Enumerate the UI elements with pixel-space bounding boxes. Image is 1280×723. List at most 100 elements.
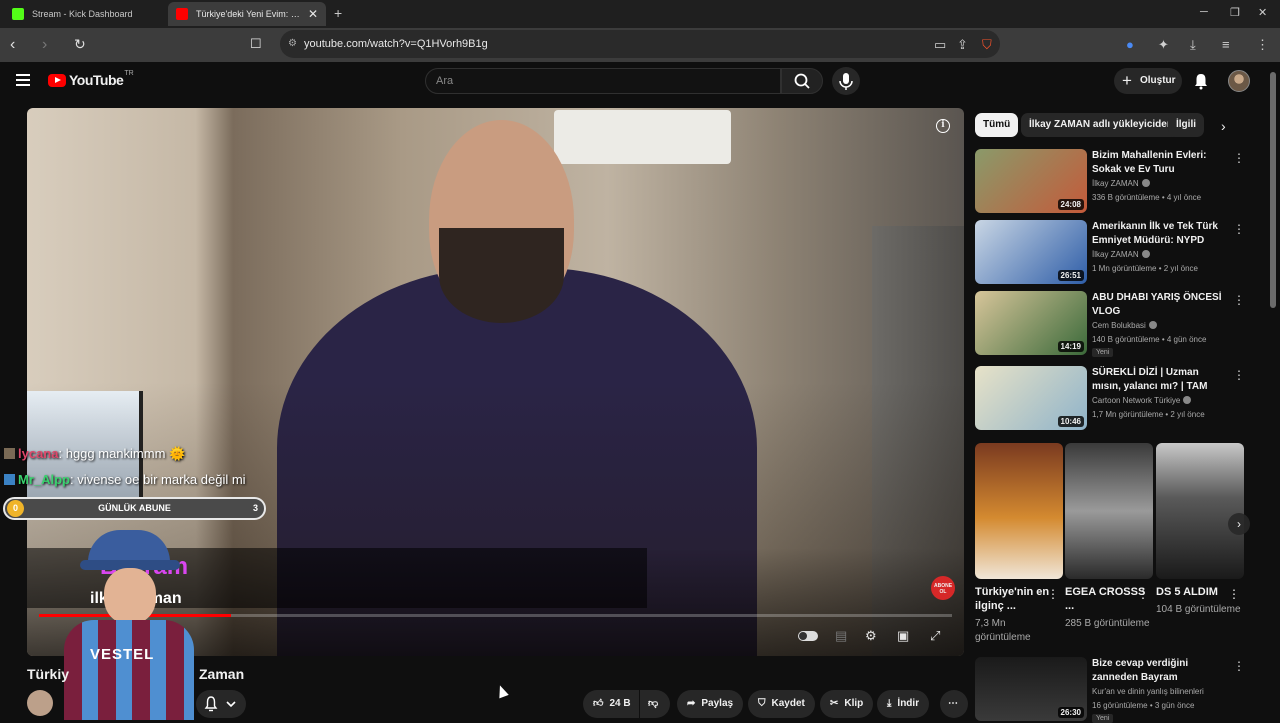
- short-views: 104 B görüntüleme: [1156, 604, 1241, 615]
- reading-list-icon[interactable]: ≡: [1222, 37, 1230, 52]
- recommended-video[interactable]: 24:08 Bizim Mahallenin Evleri: Sokak ve E…: [975, 149, 1265, 215]
- restore-icon[interactable]: ❐: [1230, 6, 1240, 19]
- short-item[interactable]: EGEA CROSSS ... 285 B görüntüleme ⋮: [1065, 443, 1153, 631]
- close-tab-icon[interactable]: ✕: [308, 7, 318, 21]
- save-button[interactable]: ⛉ Kaydet: [748, 690, 815, 718]
- more-dots-icon: ⋯: [948, 698, 958, 709]
- recommended-video[interactable]: 14:19 ABU DHABI YARIŞ ÖNCESİ VLOG Cem Bolu…: [975, 291, 1265, 357]
- search-input[interactable]: Ara: [425, 68, 781, 94]
- short-more-icon[interactable]: ⋮: [1137, 587, 1149, 601]
- mouse-cursor-icon: [495, 683, 509, 699]
- abone-label: ABONE OL: [933, 583, 953, 595]
- url-text: youtube.com/watch?v=Q1HVorh9B1g: [304, 38, 488, 50]
- shorts-shelf: Türkiye'nin en ilginç ... 7,3 Mn görüntü…: [975, 443, 1245, 653]
- download-button[interactable]: ⤓ İndir: [877, 690, 930, 718]
- back-icon[interactable]: ‹: [10, 36, 15, 54]
- page-scrollbar[interactable]: [1270, 72, 1276, 308]
- youtube-logo[interactable]: YouTube TR: [48, 70, 134, 88]
- chevron-right-icon[interactable]: ›: [1221, 118, 1226, 134]
- account-avatar[interactable]: [1228, 70, 1250, 92]
- video-duration: 10:46: [1057, 416, 1084, 427]
- minimize-icon[interactable]: ─: [1200, 6, 1208, 18]
- forward-icon[interactable]: ›: [42, 36, 47, 54]
- browser-tab-youtube[interactable]: Türkiye'deki Yeni Evim: İlkay Z ✕: [168, 2, 326, 26]
- youtube-favicon-icon: [176, 8, 188, 20]
- like-button[interactable]: 👍︎ 24 B: [583, 690, 639, 718]
- video-duration: 24:08: [1057, 199, 1084, 210]
- kick-favicon-icon: [12, 8, 24, 20]
- short-views: 7,3 Mn görüntüleme: [975, 618, 1031, 643]
- channel-avatar[interactable]: [27, 690, 53, 716]
- shorts-next-chevron-icon[interactable]: ›: [1228, 513, 1250, 535]
- browser-tab-kick[interactable]: Stream - Kick Dashboard: [4, 2, 162, 26]
- tab-label: Stream - Kick Dashboard: [32, 9, 133, 19]
- chat-user: Mr_Alpp: [18, 472, 70, 487]
- info-icon[interactable]: i: [936, 119, 950, 133]
- short-thumbnail: [1156, 443, 1244, 579]
- bell-chevron-icon: [204, 696, 236, 712]
- reload-icon[interactable]: ↻: [74, 36, 86, 53]
- address-bar[interactable]: ⚙ youtube.com/watch?v=Q1HVorh9B1g: [280, 30, 1000, 58]
- recommended-video[interactable]: 10:46 SÜREKLİ DİZİ | Uzman mısın, yalancı…: [975, 366, 1265, 432]
- bookmark-icon[interactable]: ☐: [250, 36, 262, 52]
- download-arrow-icon: ⤓: [887, 698, 892, 709]
- chat-badge-icon: [4, 448, 15, 459]
- channel-name: İlkay ZAMAN: [1092, 179, 1150, 188]
- short-more-icon[interactable]: ⋮: [1047, 587, 1059, 601]
- more-vert-icon[interactable]: ⋮: [1233, 151, 1245, 165]
- cast-icon[interactable]: ▭: [934, 37, 946, 53]
- video-title: SÜREKLİ DİZİ | Uzman mısın, yalancı mı? …: [1092, 367, 1208, 392]
- extensions-icon[interactable]: ✦: [1158, 37, 1169, 53]
- short-item[interactable]: Türkiye'nin en ilginç ... 7,3 Mn görüntü…: [975, 443, 1063, 645]
- share-page-icon[interactable]: ⇪: [957, 37, 968, 53]
- site-info-icon[interactable]: ⚙: [288, 30, 297, 58]
- search-button[interactable]: [781, 68, 823, 94]
- download-icon[interactable]: ⤓: [1190, 37, 1196, 53]
- short-more-icon[interactable]: ⋮: [1228, 587, 1240, 601]
- close-window-icon[interactable]: ✕: [1258, 6, 1267, 19]
- clip-button[interactable]: ✂ Klip: [820, 690, 874, 718]
- chip-all[interactable]: Tümü: [975, 113, 1019, 137]
- kid-shirt-logo: VESTEL: [90, 646, 155, 663]
- chat-message: Mr_Alpp: vivense oe bir marka değil mi: [4, 472, 246, 487]
- short-views: 285 B görüntüleme: [1065, 618, 1150, 629]
- youtube-header: YouTube TR Ara + Oluştur: [0, 62, 1280, 102]
- channel-name: Kur'an ve dinin yanlış bilinenleri: [1092, 687, 1204, 696]
- chip-related[interactable]: İlgili: [1168, 113, 1204, 137]
- video-title: Bize cevap verdiğini zanneden Bayram Mar…: [1092, 658, 1189, 683]
- subscription-bell-button[interactable]: [196, 690, 246, 718]
- fullscreen-icon[interactable]: ⤢: [930, 628, 940, 644]
- recommended-video[interactable]: 26:51 Amerikanın İlk ve Tek Türk Emniyet …: [975, 220, 1265, 286]
- more-actions-button[interactable]: ⋯: [940, 690, 968, 718]
- voice-search-button[interactable]: [832, 67, 860, 95]
- notifications-bell-icon[interactable]: [1192, 72, 1210, 90]
- video-title: Amerikanın İlk ve Tek Türk Emniyet Müdür…: [1092, 221, 1218, 246]
- clip-label: Klip: [844, 698, 864, 709]
- share-button[interactable]: ➦ Paylaş: [677, 690, 744, 718]
- subtitles-icon[interactable]: ▤: [835, 628, 847, 644]
- chip-from-uploader[interactable]: İlkay ZAMAN adlı yükleyiciden: [1021, 113, 1181, 137]
- extension-blue-icon[interactable]: ●: [1126, 37, 1134, 52]
- more-vert-icon[interactable]: ⋮: [1233, 368, 1245, 382]
- dislike-button[interactable]: 👎︎: [640, 690, 670, 718]
- recommended-video[interactable]: 26:30 Bize cevap verdiğini zanneden Bayr…: [975, 657, 1265, 723]
- miniplayer-icon[interactable]: ▣: [897, 628, 909, 644]
- channel-name-text: Cem Bolukbasi: [1092, 321, 1146, 330]
- more-vert-icon[interactable]: ⋮: [1233, 293, 1245, 307]
- video-duration: 26:51: [1057, 270, 1084, 281]
- logo-wordmark: YouTube: [69, 72, 124, 88]
- video-meta: 1,7 Mn görüntüleme • 2 yıl önce: [1092, 410, 1205, 419]
- more-vert-icon[interactable]: ⋮: [1233, 222, 1245, 236]
- share-label: Paylaş: [701, 698, 734, 709]
- new-tab-icon[interactable]: +: [334, 5, 342, 21]
- create-button[interactable]: + Oluştur: [1114, 68, 1182, 94]
- microphone-icon: [839, 73, 853, 90]
- autoplay-toggle[interactable]: [798, 631, 818, 641]
- guide-menu-icon[interactable]: [16, 74, 30, 86]
- save-bookmark-icon: ⛉: [758, 698, 766, 709]
- brave-shield-icon[interactable]: ⛉: [982, 37, 992, 53]
- menu-kebab-icon[interactable]: ⋮: [1256, 37, 1269, 53]
- more-vert-icon[interactable]: ⋮: [1233, 659, 1245, 673]
- chat-text: : vivense oe bir marka değil mi: [70, 472, 246, 487]
- settings-gear-icon[interactable]: ⚙: [865, 628, 877, 644]
